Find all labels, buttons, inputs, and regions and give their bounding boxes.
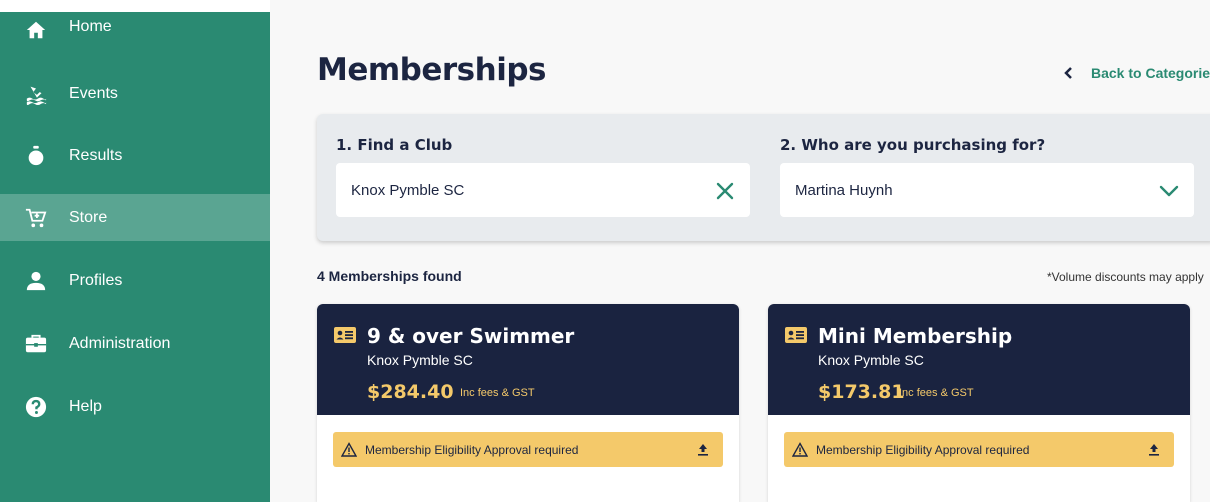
card-header: 9 & over Swimmer Knox Pymble SC $284.40 …	[317, 304, 739, 415]
id-card-icon	[334, 327, 356, 343]
back-to-categories-link[interactable]: Back to Categories	[1063, 65, 1210, 81]
person-icon	[24, 269, 48, 293]
sidebar-item-home[interactable]: Home	[0, 0, 270, 48]
sidebar-item-events[interactable]: Events	[0, 70, 270, 117]
club-search-input[interactable]: Knox Pymble SC	[336, 163, 750, 217]
upload-icon[interactable]	[697, 443, 709, 456]
purchasing-for-label: 2. Who are you purchasing for?	[780, 136, 1046, 154]
club-search-value: Knox Pymble SC	[351, 181, 465, 199]
sidebar-item-profiles[interactable]: Profiles	[0, 257, 270, 304]
upload-icon[interactable]	[1148, 443, 1160, 456]
sidebar-item-label: Help	[69, 397, 102, 415]
sidebar-item-results[interactable]: Results	[0, 132, 270, 179]
search-panel: 1. Find a Club Knox Pymble SC 2. Who are…	[317, 114, 1210, 241]
membership-card[interactable]: Mini Membership Knox Pymble SC $173.81 I…	[768, 304, 1190, 502]
find-club-label: 1. Find a Club	[336, 136, 453, 154]
approval-text: Membership Eligibility Approval required	[365, 442, 579, 457]
card-fees-note: Inc fees & GST	[460, 387, 535, 399]
chevron-left-icon	[1063, 66, 1075, 80]
card-fees-note: Inc fees & GST	[899, 387, 974, 399]
sidebar-item-label: Store	[69, 208, 108, 226]
clear-icon[interactable]	[714, 180, 736, 202]
briefcase-icon	[24, 332, 48, 356]
card-header: Mini Membership Knox Pymble SC $173.81 I…	[768, 304, 1190, 415]
stopwatch-icon	[24, 144, 48, 168]
warning-icon	[791, 442, 809, 457]
purchasing-for-select[interactable]: Martina Huynh	[780, 163, 1194, 217]
id-card-icon	[785, 327, 807, 343]
sidebar-item-store[interactable]: Store	[0, 194, 270, 241]
card-price: $284.40	[367, 381, 454, 403]
sidebar-item-label: Events	[69, 84, 118, 102]
sidebar: Home Events Results Store Profiles Admin…	[0, 12, 270, 502]
sidebar-item-label: Home	[69, 18, 112, 35]
approval-text: Membership Eligibility Approval required	[816, 442, 1030, 457]
card-price: $173.81	[818, 381, 905, 403]
sidebar-item-label: Results	[69, 146, 123, 164]
purchasing-for-value: Martina Huynh	[795, 181, 893, 199]
sidebar-item-administration[interactable]: Administration	[0, 320, 270, 367]
cart-icon	[24, 206, 48, 230]
approval-required-bar[interactable]: Membership Eligibility Approval required	[784, 432, 1174, 467]
card-club: Knox Pymble SC	[367, 352, 473, 368]
sidebar-item-label: Administration	[69, 334, 171, 352]
back-link-label: Back to Categories	[1091, 65, 1210, 81]
volume-discount-note: *Volume discounts may apply	[1047, 270, 1204, 284]
card-club: Knox Pymble SC	[818, 352, 924, 368]
results-count: 4 Memberships found	[317, 268, 462, 284]
sidebar-item-help[interactable]: Help	[0, 383, 270, 430]
card-title: Mini Membership	[818, 324, 1013, 348]
membership-card[interactable]: 9 & over Swimmer Knox Pymble SC $284.40 …	[317, 304, 739, 502]
approval-required-bar[interactable]: Membership Eligibility Approval required	[333, 432, 723, 467]
main-content: Memberships Back to Categories 1. Find a…	[270, 0, 1210, 502]
chevron-down-icon	[1158, 180, 1180, 202]
sidebar-item-label: Profiles	[69, 271, 123, 289]
swimming-icon	[24, 82, 48, 106]
home-icon	[24, 18, 48, 42]
warning-icon	[340, 442, 358, 457]
help-icon	[24, 395, 48, 419]
page-title: Memberships	[317, 52, 546, 88]
card-title: 9 & over Swimmer	[367, 324, 575, 348]
